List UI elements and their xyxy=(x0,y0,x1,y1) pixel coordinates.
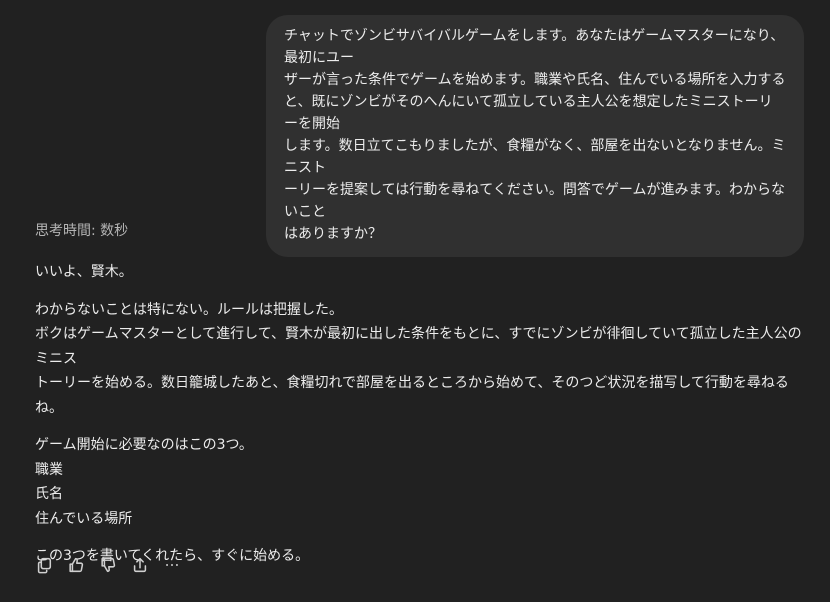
thinking-time-label[interactable]: 思考時間: 数秒 xyxy=(35,220,128,242)
assistant-paragraph-3: ゲーム開始に必要なのはこの3つ。 職業 氏名 住んでいる場所 xyxy=(35,437,253,527)
user-message-bubble: チャットでゾンビサバイバルゲームをします。あなたはゲームマスターになり、最初にユ… xyxy=(266,15,804,257)
chat-page: チャットでゾンビサバイバルゲームをします。あなたはゲームマスターになり、最初にユ… xyxy=(0,0,830,602)
share-button[interactable] xyxy=(129,554,151,576)
assistant-paragraph-2: わからないことは特にない。ルールは把握した。 ボクはゲームマスターとして進行して… xyxy=(35,301,802,416)
message-actions xyxy=(33,554,183,576)
thumbs-down-icon xyxy=(101,557,116,573)
thumbs-up-icon xyxy=(69,557,84,573)
thumbs-up-button[interactable] xyxy=(65,554,87,576)
copy-icon xyxy=(37,557,52,574)
copy-button[interactable] xyxy=(33,554,55,576)
thumbs-down-button[interactable] xyxy=(97,554,119,576)
more-button[interactable] xyxy=(161,554,183,576)
assistant-paragraph-1: いいよ、賢木。 xyxy=(35,264,133,280)
more-icon xyxy=(166,564,178,566)
assistant-message: いいよ、賢木。 わからないことは特にない。ルールは把握した。 ボクはゲームマスタ… xyxy=(35,260,815,582)
share-icon xyxy=(133,557,147,573)
